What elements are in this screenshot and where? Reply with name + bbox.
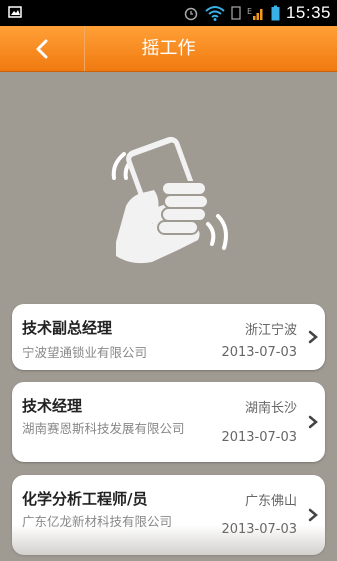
job-card[interactable]: 技术副总经理 浙江宁波 宁波望通锁业有限公司 2013-07-03: [12, 304, 325, 370]
chevron-right-icon: [308, 330, 318, 344]
job-title: 技术副总经理: [22, 319, 113, 337]
back-button[interactable]: [0, 26, 85, 71]
status-time: 15:35: [285, 3, 331, 22]
company-name: 湖南赛恩斯科技发展有限公司: [22, 421, 185, 436]
job-location: 广东佛山: [244, 494, 297, 509]
post-date: 2013-07-03: [221, 430, 297, 445]
chevron-right-icon: [308, 415, 318, 429]
job-title: 化学分析工程师/员: [22, 490, 148, 508]
app-header: 摇工作: [0, 26, 337, 72]
sim-icon: [231, 6, 241, 20]
job-card[interactable]: 化学分析工程师/员 广东佛山 广东亿龙新材科技有限公司 2013-07-03: [12, 475, 325, 555]
wifi-icon: [205, 6, 225, 21]
shake-phone-icon: [111, 136, 228, 264]
company-name: 宁波望通锁业有限公司: [22, 345, 148, 360]
post-date: 2013-07-03: [221, 522, 297, 537]
image-notification-icon: [8, 6, 22, 18]
post-date: 2013-07-03: [221, 345, 297, 360]
svg-text:E: E: [247, 7, 252, 16]
company-name: 广东亿龙新材科技有限公司: [22, 514, 173, 529]
status-bar: E 15:35: [0, 0, 337, 26]
alarm-icon: [184, 7, 198, 21]
job-location: 浙江宁波: [244, 323, 297, 338]
chevron-right-icon: [308, 508, 318, 522]
job-title: 技术经理: [22, 397, 83, 415]
job-card[interactable]: 技术经理 湖南长沙 湖南赛恩斯科技发展有限公司 2013-07-03: [12, 382, 325, 462]
job-location: 湖南长沙: [244, 401, 297, 416]
signal-icon: E: [247, 7, 263, 20]
back-arrow-icon: [36, 39, 48, 58]
battery-icon: [271, 5, 280, 21]
